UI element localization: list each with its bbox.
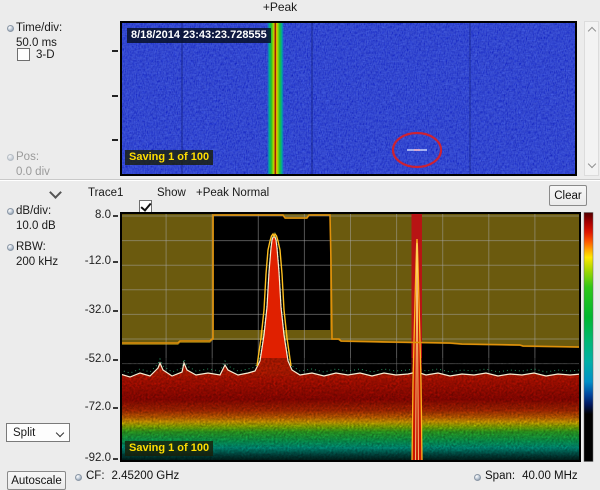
y-axis-tick — [113, 458, 118, 460]
trace-detector-title: +Peak — [230, 1, 330, 14]
cf-value[interactable]: 2.45200 GHz — [112, 470, 180, 482]
clear-button[interactable]: Clear — [549, 185, 587, 206]
y-axis-label: 8.0 — [60, 209, 111, 221]
y-axis-tick — [113, 261, 118, 263]
trace-name[interactable]: Trace1 — [88, 187, 123, 200]
db-div-label: dB/div: — [16, 205, 51, 218]
db-div-indicator-icon — [7, 208, 14, 215]
three-d-checkbox[interactable] — [17, 48, 30, 61]
cf-label: CF: — [86, 470, 105, 482]
pos-label: Pos: — [16, 151, 39, 164]
spectrogram-scrollbar[interactable] — [584, 21, 599, 176]
y-axis-tick — [113, 215, 118, 217]
trace-mode[interactable]: +Peak Normal — [196, 187, 269, 200]
span-indicator-icon — [474, 474, 481, 481]
scroll-down-icon[interactable] — [588, 160, 596, 168]
spectrum-saving-status: Saving 1 of 100 — [125, 441, 213, 456]
db-div-value[interactable]: 10.0 dB — [16, 220, 56, 233]
y-axis-tick — [113, 359, 118, 361]
split-view-value: Split — [13, 427, 35, 439]
spectrogram-axis-tick — [112, 139, 118, 141]
spectrogram-axis-tick — [112, 50, 118, 52]
scroll-up-icon[interactable] — [588, 27, 596, 35]
y-axis-label: -72.0 — [60, 401, 111, 413]
rbw-value[interactable]: 200 kHz — [16, 256, 58, 269]
split-view-dropdown[interactable]: Split — [6, 423, 70, 442]
chevron-down-icon — [56, 428, 64, 436]
spectrogram-saving-status: Saving 1 of 100 — [125, 150, 213, 165]
pos-value: 0.0 div — [16, 166, 50, 179]
three-d-label: 3-D — [36, 49, 55, 62]
time-div-label: Time/div: — [16, 22, 62, 35]
span-label: Span: — [485, 470, 515, 482]
density-colorbar — [584, 213, 593, 462]
spectrogram-axis-tick — [112, 95, 118, 97]
time-div-indicator-icon — [7, 25, 14, 32]
spectrogram-timestamp: 8/18/2014 23:43:23.728555 — [127, 28, 271, 43]
rbw-indicator-icon — [7, 244, 14, 251]
y-axis-label: -92.0 — [60, 452, 111, 464]
y-axis-label: -12.0 — [60, 255, 111, 267]
y-axis-label: -32.0 — [60, 304, 111, 316]
autoscale-button[interactable]: Autoscale — [7, 471, 66, 490]
pane-divider — [0, 179, 600, 181]
span-value[interactable]: 40.00 MHz — [522, 470, 578, 482]
trace-collapse-chevron-icon[interactable] — [49, 186, 62, 199]
y-axis-label: -52.0 — [60, 353, 111, 365]
spectrum-plot — [120, 212, 594, 462]
y-axis-tick — [113, 407, 118, 409]
y-axis-tick — [113, 310, 118, 312]
pos-indicator-icon — [7, 154, 14, 161]
spectrum-analyzer-window: +Peak Time/div: 50.0 ms 3-D Pos: 0.0 div — [0, 0, 600, 490]
rbw-label: RBW: — [16, 241, 46, 254]
spectrum-display[interactable] — [120, 212, 594, 462]
show-label: Show — [157, 187, 186, 200]
checkmark-icon — [140, 200, 151, 212]
cf-indicator-icon — [75, 474, 82, 481]
